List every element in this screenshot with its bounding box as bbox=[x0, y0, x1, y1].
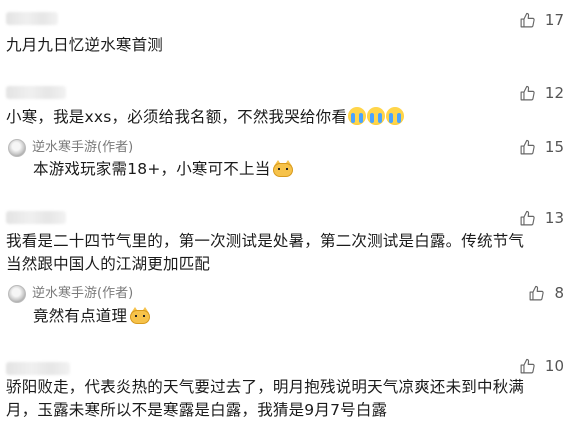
thumbs-up-icon bbox=[530, 285, 545, 300]
thumbs-up-icon bbox=[520, 358, 535, 373]
comment-item: 17 九月九日忆逆水寒首测 bbox=[0, 0, 572, 60]
comment-text: 九月九日忆逆水寒首测 bbox=[6, 36, 164, 54]
comment-text-line: 我看是二十四节气里的，第一次测试是处暑，第二次测试是白露。传统节气 bbox=[6, 232, 525, 250]
crying-face-icon bbox=[348, 107, 367, 125]
like-count: 10 bbox=[544, 357, 564, 375]
comment-item: 12 小寒，我是xxs，必须给我名额，不然我哭给你看 bbox=[0, 80, 572, 135]
comment-text-line: 骄阳败走，代表炎热的天气要过去了，明月抱残说明天气凉爽还未到中秋满 bbox=[6, 378, 525, 396]
like-count: 8 bbox=[554, 284, 564, 302]
like-button[interactable]: 13 bbox=[519, 209, 564, 227]
comment-text-line: 月，玉露未寒所以不是寒露是白露，我猜是9月7号白露 bbox=[6, 401, 388, 419]
author-name[interactable]: 逆水寒手游(作者) bbox=[32, 286, 133, 302]
comment-text-line: 当然跟中国人的江湖更加匹配 bbox=[6, 255, 211, 273]
blurred-username bbox=[6, 211, 66, 224]
like-count: 12 bbox=[544, 84, 564, 102]
comment-item: 10 骄阳败走，代表炎热的天气要过去了，明月抱残说明天气凉爽还未到中秋满 月，玉… bbox=[0, 354, 572, 434]
crying-face-icon bbox=[386, 107, 405, 125]
author-reply: 逆水寒手游(作者) 8 竟然有点道理 bbox=[0, 282, 572, 338]
blurred-username bbox=[6, 12, 58, 25]
like-button[interactable]: 15 bbox=[519, 138, 564, 156]
blurred-username bbox=[6, 86, 66, 99]
author-avatar[interactable] bbox=[8, 285, 26, 303]
cat-face-icon bbox=[273, 160, 294, 177]
like-button[interactable]: 12 bbox=[519, 84, 564, 102]
like-button[interactable]: 8 bbox=[528, 284, 564, 302]
comment-text: 小寒，我是xxs，必须给我名额，不然我哭给你看 bbox=[6, 107, 405, 128]
like-button[interactable]: 10 bbox=[519, 357, 564, 375]
like-count: 15 bbox=[544, 138, 564, 156]
author-reply: 逆水寒手游(作者) 15 本游戏玩家需18+，小寒可不上当 bbox=[0, 134, 572, 190]
like-count: 13 bbox=[544, 209, 564, 227]
thumbs-up-icon bbox=[520, 139, 535, 154]
comment-text-body: 小寒，我是xxs，必须给我名额，不然我哭给你看 bbox=[6, 108, 348, 126]
crying-face-icon bbox=[367, 107, 386, 125]
comment-text: 本游戏玩家需18+，小寒可不上当 bbox=[33, 159, 294, 180]
like-button[interactable]: 17 bbox=[519, 11, 564, 29]
comment-item: 13 我看是二十四节气里的，第一次测试是处暑，第二次测试是白露。传统节气 当然跟… bbox=[0, 204, 572, 284]
cat-face-icon bbox=[130, 307, 151, 324]
thumbs-up-icon bbox=[520, 12, 535, 27]
thumbs-up-icon bbox=[520, 210, 535, 225]
comment-text-body: 本游戏玩家需18+，小寒可不上当 bbox=[33, 160, 271, 178]
comment-text: 竟然有点道理 bbox=[33, 306, 151, 327]
author-avatar[interactable] bbox=[8, 139, 26, 157]
like-count: 17 bbox=[544, 11, 564, 29]
author-name[interactable]: 逆水寒手游(作者) bbox=[32, 140, 133, 156]
blurred-username bbox=[6, 362, 70, 375]
thumbs-up-icon bbox=[520, 85, 535, 100]
comment-text-body: 竟然有点道理 bbox=[33, 307, 128, 325]
